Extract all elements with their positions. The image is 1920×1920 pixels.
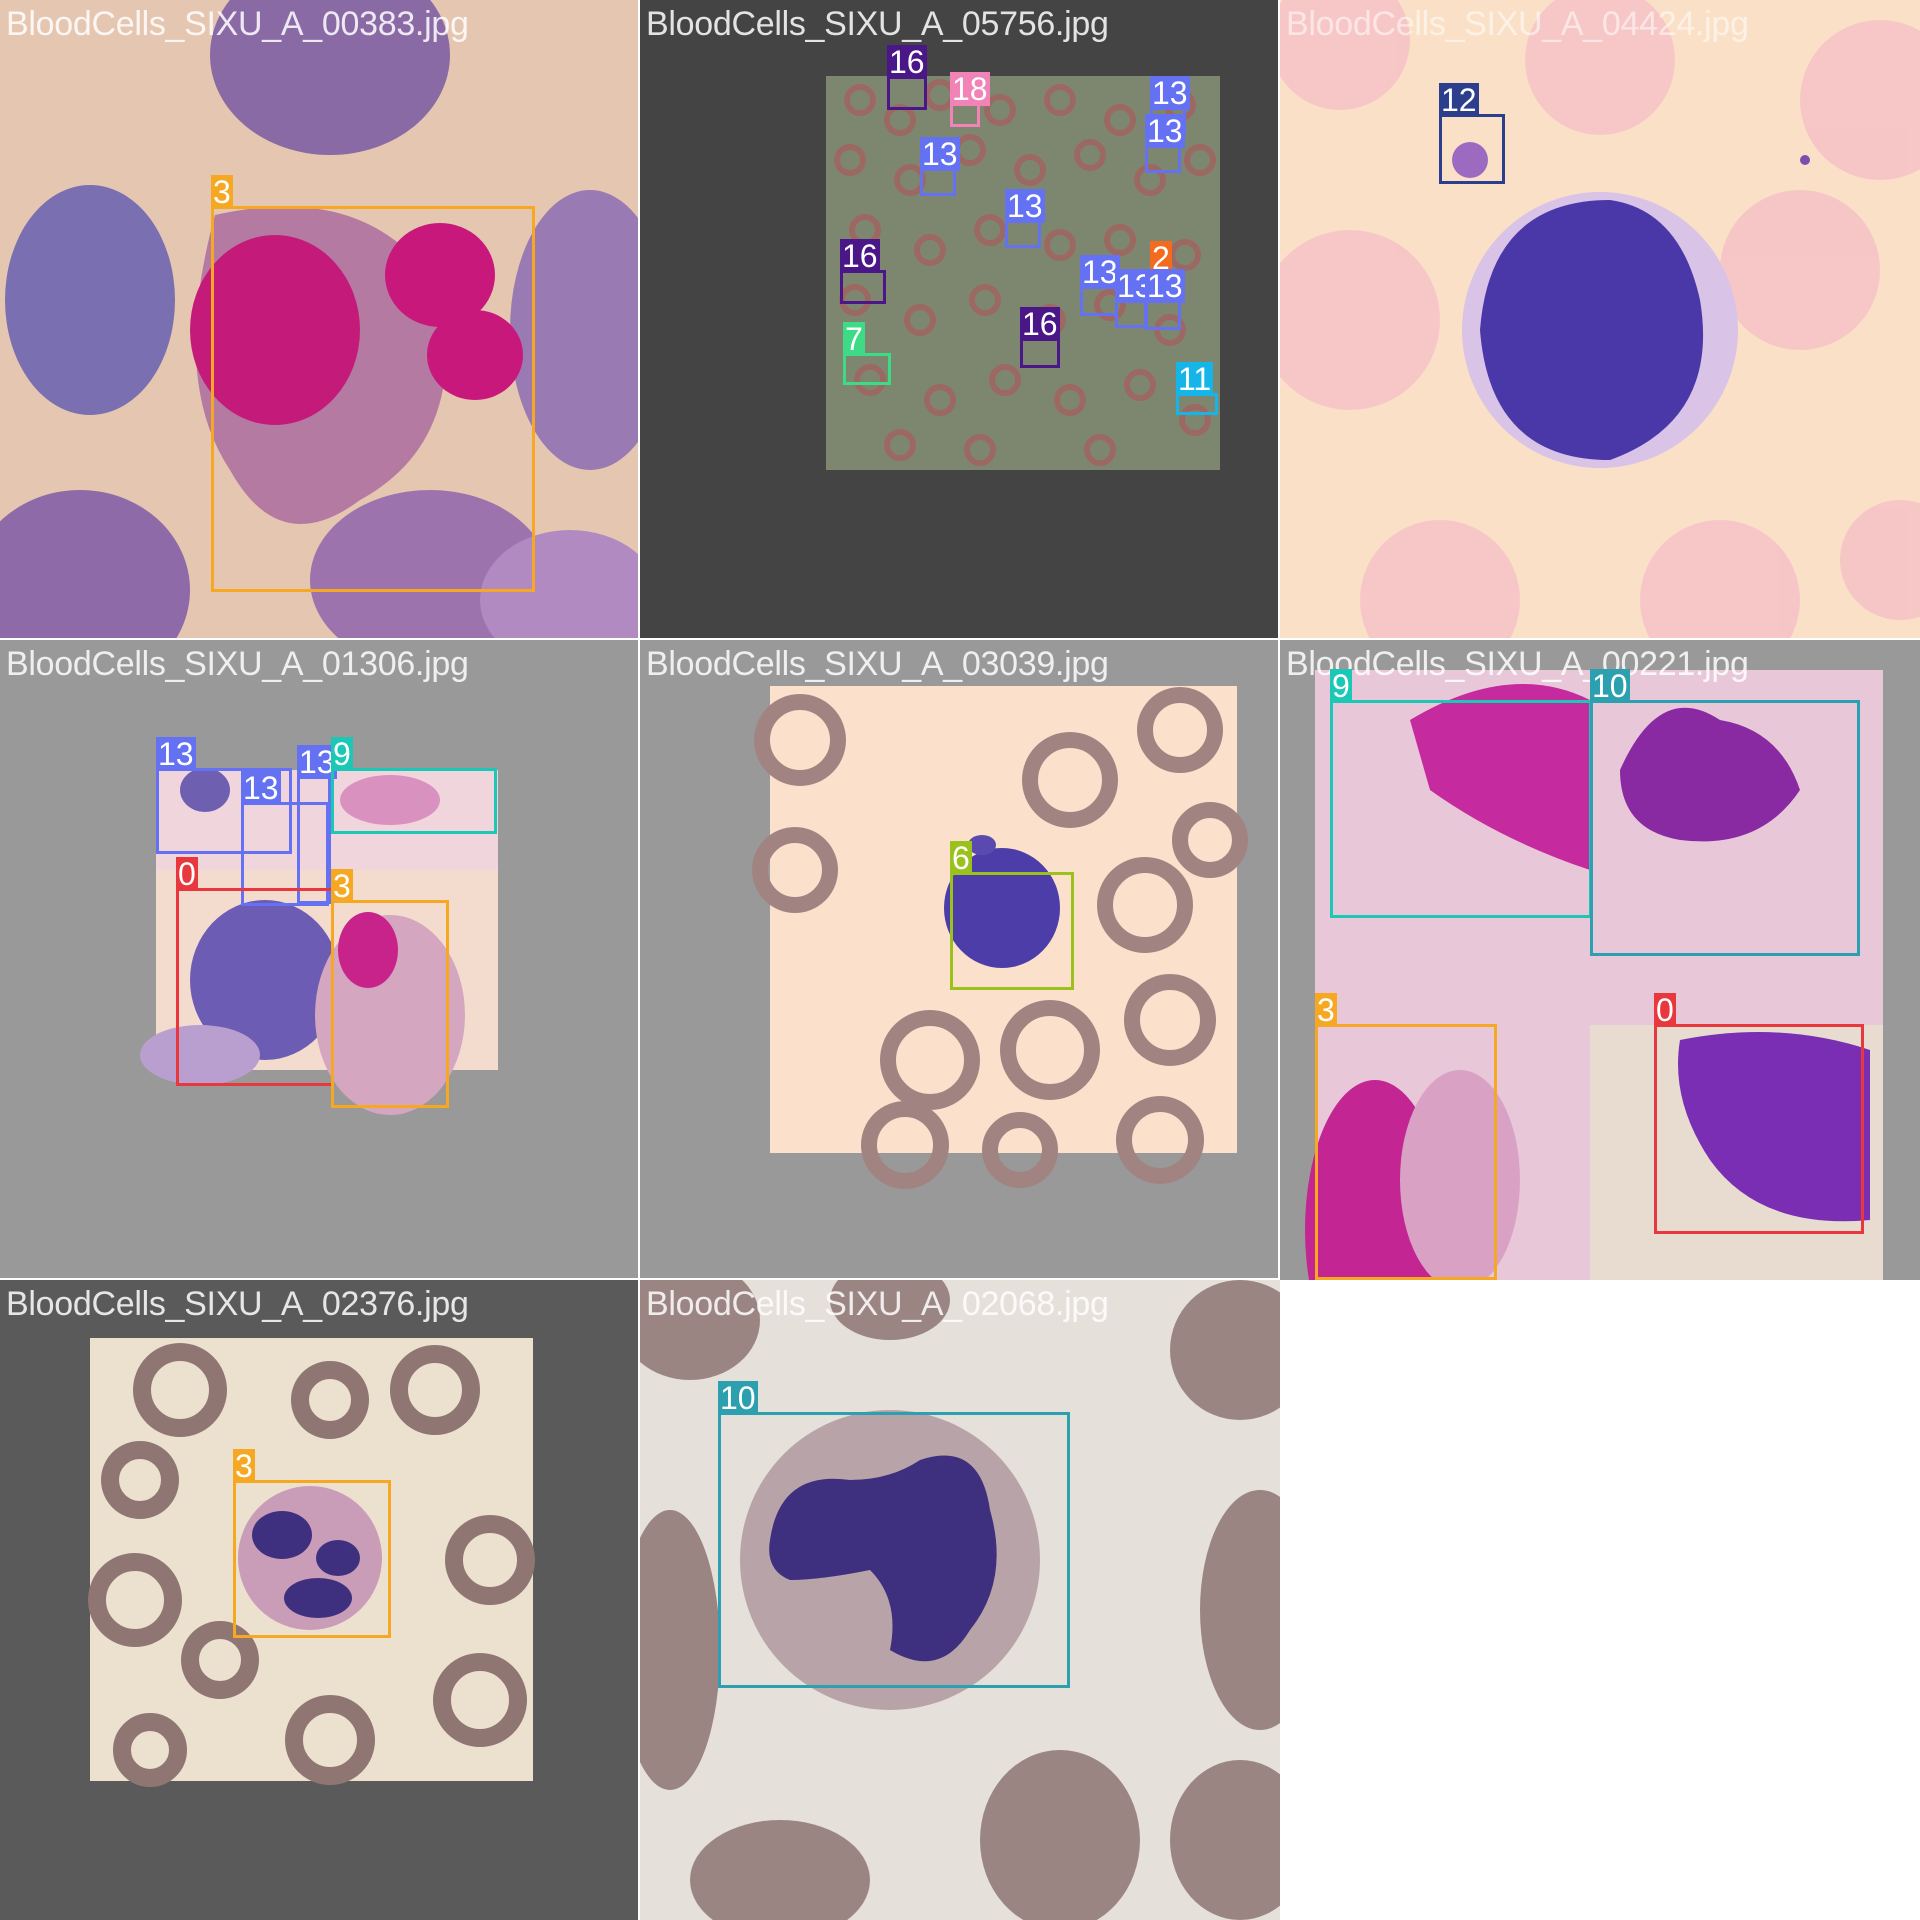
class-label: 3 — [211, 174, 233, 210]
detection-box-13: 13 — [1145, 114, 1185, 173]
tile-02068: BloodCells_SIXU_A_02068.jpg 10 — [640, 1280, 1280, 1920]
tile-filename: BloodCells_SIXU_A_00383.jpg — [6, 5, 469, 43]
class-label: 12 — [1439, 82, 1479, 118]
class-label: 16 — [1020, 306, 1060, 342]
class-label: 6 — [950, 840, 972, 876]
class-label: 3 — [233, 1448, 255, 1484]
class-label: 13 — [920, 136, 960, 172]
cell-image — [1280, 0, 1920, 640]
grid-divider — [1278, 0, 1280, 1280]
tile-filename: BloodCells_SIXU_A_04424.jpg — [1286, 5, 1749, 43]
tile-01306: BloodCells_SIXU_A_01306.jpg 13 13 9 13 0… — [0, 640, 640, 1280]
detection-box-16: 16 — [887, 45, 927, 110]
class-label: 0 — [1654, 992, 1676, 1028]
detection-box-13: 13 — [1080, 255, 1120, 316]
detection-box-3: 3 — [233, 1449, 391, 1638]
class-label: 10 — [718, 1380, 758, 1416]
detection-box-9: 9 — [1330, 669, 1592, 918]
class-label: 13 — [1150, 75, 1190, 111]
detection-box-16: 16 — [840, 239, 886, 304]
class-label: 16 — [840, 238, 880, 274]
detection-box-11: 11 — [1176, 362, 1218, 415]
tile-05756: BloodCells_SIXU_A_05756.jpg 16 18 13 13 … — [640, 0, 1280, 640]
grid-divider — [0, 1278, 1280, 1280]
tile-02376: BloodCells_SIXU_A_02376.jpg 3 — [0, 1280, 640, 1920]
tile-filename: BloodCells_SIXU_A_05756.jpg — [646, 5, 1109, 43]
detection-box-13: 13 — [920, 137, 960, 196]
class-label: 16 — [887, 44, 927, 80]
detection-box-6: 6 — [950, 841, 1074, 990]
class-label: 13 — [1145, 268, 1185, 304]
detection-box-0: 0 — [1654, 993, 1864, 1234]
class-label: 11 — [1176, 361, 1214, 397]
tile-03039: BloodCells_SIXU_A_03039.jpg 6 — [640, 640, 1280, 1280]
detection-box-3: 3 — [1315, 993, 1497, 1280]
class-label: 3 — [1315, 992, 1337, 1028]
empty-tile — [1280, 1280, 1920, 1920]
class-label: 13 — [1080, 254, 1120, 290]
tile-filename: BloodCells_SIXU_A_03039.jpg — [646, 645, 1109, 683]
detection-box-13: 13 — [1115, 269, 1155, 328]
tile-00221: BloodCells_SIXU_A_00221.jpg 9 10 3 0 — [1280, 640, 1920, 1280]
tile-filename: BloodCells_SIXU_A_01306.jpg — [6, 645, 469, 683]
class-label: 9 — [1330, 668, 1352, 704]
class-label: 7 — [843, 321, 865, 357]
class-label: 10 — [1590, 668, 1630, 704]
detection-box-13: 13 — [1145, 269, 1185, 330]
detection-box-16: 16 — [1020, 307, 1060, 368]
class-label: 3 — [331, 868, 353, 904]
tile-filename: BloodCells_SIXU_A_02068.jpg — [646, 1285, 1109, 1323]
detection-box-3: 3 — [211, 175, 535, 592]
class-label: 13 — [1145, 113, 1185, 149]
class-label: 18 — [950, 71, 990, 107]
detection-box-7: 7 — [843, 322, 891, 385]
mosaic-grid: BloodCells_SIXU_A_00383.jpg 3 BloodCells… — [0, 0, 1920, 1920]
tile-filename: BloodCells_SIXU_A_00221.jpg — [1286, 645, 1749, 683]
tile-04424: BloodCells_SIXU_A_04424.jpg 12 — [1280, 0, 1920, 640]
class-label: 9 — [331, 736, 353, 772]
detection-box-18: 18 — [950, 72, 990, 127]
class-label: 13 — [156, 736, 196, 772]
detection-box-12: 12 — [1439, 83, 1505, 184]
grid-divider — [638, 0, 640, 1920]
detection-box-3: 3 — [331, 869, 449, 1108]
tile-00383: BloodCells_SIXU_A_00383.jpg 3 — [0, 0, 640, 640]
detection-box-10: 10 — [718, 1381, 1070, 1688]
class-label: 13 — [1005, 188, 1045, 224]
tile-filename: BloodCells_SIXU_A_02376.jpg — [6, 1285, 469, 1323]
detection-box-13: 13 — [1005, 189, 1045, 248]
detection-box-0: 0 — [176, 857, 334, 1086]
detection-box-10: 10 — [1590, 669, 1860, 956]
class-label: 13 — [241, 770, 281, 806]
class-label: 0 — [176, 856, 198, 892]
grid-divider — [0, 638, 1920, 640]
detection-box-9: 9 — [331, 737, 497, 834]
